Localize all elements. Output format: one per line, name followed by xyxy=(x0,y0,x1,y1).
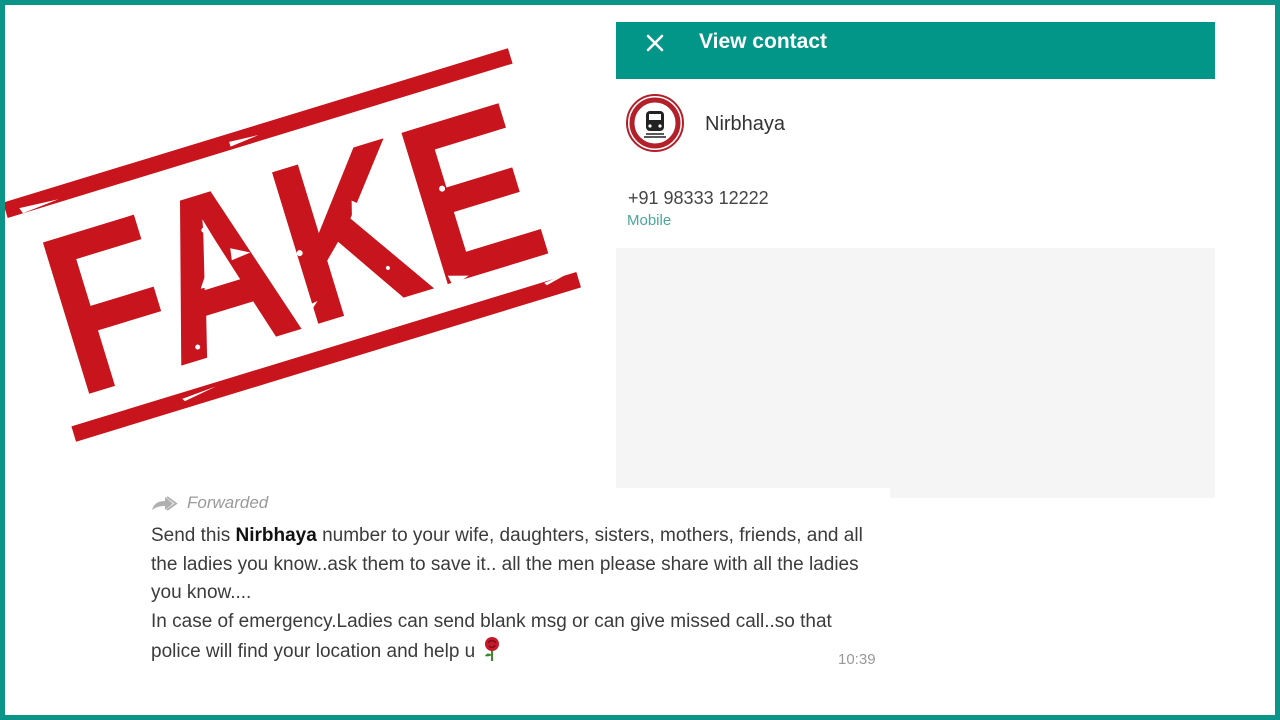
train-logo-icon xyxy=(626,94,684,152)
fake-stamp: FAKE xyxy=(0,37,590,453)
message-bold-name: Nirbhaya xyxy=(235,525,317,546)
close-icon[interactable] xyxy=(642,30,668,56)
close-button[interactable] xyxy=(642,30,668,56)
message-text: Send this Nirbhaya number to your wife, … xyxy=(151,522,881,667)
panel-empty-area xyxy=(616,248,1215,498)
view-contact-panel: View contact Nirbhaya +91 98333 12222 Mo… xyxy=(616,22,1215,498)
phone-type-label: Mobile xyxy=(627,212,672,229)
panel-header: View contact xyxy=(616,22,1215,79)
forwarded-label: Forwarded xyxy=(187,493,269,512)
fake-stamp-text: FAKE xyxy=(16,52,569,444)
message-line1-pre: Send this xyxy=(151,525,236,546)
forwarded-message: Forwarded Send this Nirbhaya number to y… xyxy=(145,488,890,680)
panel-title: View contact xyxy=(699,30,827,53)
forward-arrow-icon xyxy=(152,496,178,511)
avatar[interactable] xyxy=(626,94,684,152)
message-timestamp: 10:39 xyxy=(838,651,876,668)
phone-number[interactable]: +91 98333 12222 xyxy=(628,188,769,209)
fake-stamp-graphic: FAKE xyxy=(2,48,582,444)
contact-name: Nirbhaya xyxy=(705,113,786,135)
rose-icon xyxy=(485,637,500,661)
